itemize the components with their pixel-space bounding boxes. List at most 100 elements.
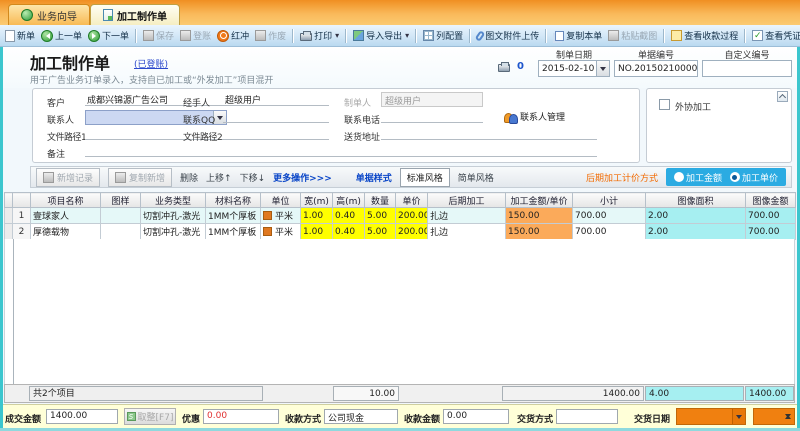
col-header-type: 业务类型 xyxy=(140,192,206,208)
discount-field[interactable]: 0.00 xyxy=(203,409,279,424)
cell-name[interactable]: 厚德载物 xyxy=(30,223,101,240)
path2-field[interactable] xyxy=(223,126,329,140)
print-button[interactable]: 打印 xyxy=(298,28,341,43)
cell-price[interactable]: 200.00 xyxy=(395,207,428,224)
cell-pattern[interactable] xyxy=(100,207,141,224)
copy-add-button[interactable]: 复制新增 xyxy=(108,167,173,187)
cell-amount[interactable]: 700.00 xyxy=(745,223,796,240)
next-order-button[interactable]: 下一单 xyxy=(86,28,131,43)
print-count-icon[interactable] xyxy=(498,62,510,72)
cell-width[interactable]: 1.00 xyxy=(300,207,333,224)
standard-style-button[interactable]: 标准风格 xyxy=(399,167,450,187)
doc-style-button[interactable]: 单据样式 xyxy=(356,171,392,184)
cell-width[interactable]: 1.00 xyxy=(300,223,333,240)
doc-no-field[interactable]: NO.201502100001 xyxy=(614,60,698,77)
red-flush-button[interactable]: 红冲 xyxy=(215,28,251,43)
cell-subtotal[interactable]: 700.00 xyxy=(572,223,646,240)
more-operations-button[interactable]: 更多操作>>> xyxy=(273,171,332,184)
table-row[interactable]: 1 壹球家人 切割冲孔-激光 1MM个厚板 平米 1.00 0.40 5.00 … xyxy=(4,207,796,224)
cell-fee[interactable]: 150.00 xyxy=(505,223,573,240)
pay-method-field[interactable]: 公司现金 xyxy=(324,409,398,424)
address-field[interactable] xyxy=(381,126,597,140)
post-account-button[interactable]: 登账 xyxy=(178,28,213,43)
move-up-button[interactable]: 上移↑ xyxy=(206,171,232,184)
paperclip-icon xyxy=(474,29,486,42)
pricing-unit-radio[interactable]: 加工单价 xyxy=(729,171,778,184)
copy-order-button[interactable]: 复制本单 xyxy=(551,28,604,43)
delivery-method-field[interactable] xyxy=(556,409,618,424)
tab-processing-order[interactable]: 加工制作单 xyxy=(90,4,180,25)
note-field[interactable] xyxy=(85,143,597,157)
amount-total: 1400.00 xyxy=(745,386,794,401)
contact-manage-button[interactable]: 联系人管理 xyxy=(504,110,565,124)
cell-qty[interactable]: 5.00 xyxy=(364,223,396,240)
pay-amount-field[interactable]: 0.00 xyxy=(443,409,509,424)
simple-style-button[interactable]: 简单风格 xyxy=(458,171,494,184)
qq-field[interactable] xyxy=(223,109,329,123)
cell-unit[interactable]: 平米 xyxy=(260,207,301,224)
delivery-date-select[interactable] xyxy=(676,408,746,425)
col-header-rownum xyxy=(12,192,31,208)
cell-fee[interactable]: 150.00 xyxy=(505,207,573,224)
delivery-date-value xyxy=(677,409,732,424)
col-header-name: 项目名称 xyxy=(30,192,101,208)
phone-field[interactable] xyxy=(381,109,483,123)
cell-type[interactable]: 切割冲孔-激光 xyxy=(140,223,206,240)
pricing-amount-radio[interactable]: 加工金额 xyxy=(673,171,722,184)
cell-selector[interactable] xyxy=(4,223,13,240)
col-header-pattern: 图样 xyxy=(100,192,141,208)
chevron-down-icon[interactable] xyxy=(732,409,745,424)
cell-amount[interactable]: 700.00 xyxy=(745,207,796,224)
import-export-button[interactable]: 导入导出 xyxy=(351,28,411,43)
posted-link[interactable]: (已登账) xyxy=(134,57,168,70)
collapse-icon[interactable] xyxy=(777,91,788,102)
cell-type[interactable]: 切割冲孔-激光 xyxy=(140,207,206,224)
order-date-select[interactable]: 2015-02-10 xyxy=(538,60,610,77)
view-voucher-button[interactable]: 查看凭证 xyxy=(750,28,800,43)
radio-icon xyxy=(673,172,684,182)
outsource-checkbox[interactable] xyxy=(659,99,670,110)
cell-area[interactable]: 2.00 xyxy=(645,223,746,240)
cell-price[interactable]: 200.00 xyxy=(395,223,428,240)
prev-order-button[interactable]: 上一单 xyxy=(39,28,84,43)
new-order-button[interactable]: 新单 xyxy=(3,28,37,43)
cell-material[interactable]: 1MM个厚板 xyxy=(205,223,261,240)
round-button[interactable]: 取整[F7] xyxy=(124,408,176,425)
toolbar-separator xyxy=(545,28,548,43)
cell-area[interactable]: 2.00 xyxy=(645,207,746,224)
void-button[interactable]: 作废 xyxy=(253,28,288,43)
column-config-button[interactable]: 列配置 xyxy=(421,28,465,43)
pay-method-label: 收款方式 xyxy=(285,415,322,425)
doc-no-value: NO.201502100001 xyxy=(618,63,697,74)
save-button[interactable]: 保存 xyxy=(141,28,176,43)
cell-post[interactable]: 扎边 xyxy=(427,207,506,224)
delivery-date-spinner[interactable] xyxy=(753,408,795,425)
paste-screenshot-button[interactable]: 粘贴截图 xyxy=(606,28,659,43)
cell-post[interactable]: 扎边 xyxy=(427,223,506,240)
cell-selector[interactable] xyxy=(4,207,13,224)
add-record-button[interactable]: 新增记录 xyxy=(36,167,101,187)
cell-subtotal[interactable]: 700.00 xyxy=(572,207,646,224)
view-payment-process-button[interactable]: 查看收款过程 xyxy=(669,28,740,43)
cell-pattern[interactable] xyxy=(100,223,141,240)
chevron-down-icon[interactable] xyxy=(596,61,609,76)
col-header-subtotal: 小计 xyxy=(572,192,646,208)
handler-field[interactable]: 超级用户 xyxy=(223,92,329,106)
deal-amount-field[interactable]: 1400.00 xyxy=(46,409,118,424)
attachment-upload-button[interactable]: 图文附件上传 xyxy=(474,28,541,43)
table-row[interactable]: 2 厚德载物 切割冲孔-激光 1MM个厚板 平米 1.00 0.40 5.00 … xyxy=(4,223,796,240)
cell-height[interactable]: 0.40 xyxy=(332,223,365,240)
cell-unit[interactable]: 平米 xyxy=(260,223,301,240)
toolbar-separator xyxy=(415,28,418,43)
cell-qty[interactable]: 5.00 xyxy=(364,207,396,224)
tab-business-wizard[interactable]: 业务向导 xyxy=(8,4,90,25)
cell-name[interactable]: 壹球家人 xyxy=(30,207,101,224)
col-header-post: 后期加工 xyxy=(427,192,506,208)
delete-row-button[interactable]: 删除 xyxy=(180,171,198,184)
contact-label: 联系人 xyxy=(47,116,75,126)
cell-material[interactable]: 1MM个厚板 xyxy=(205,207,261,224)
custom-no-field[interactable] xyxy=(702,60,792,77)
move-down-button[interactable]: 下移↓ xyxy=(240,171,266,184)
toolbar-separator xyxy=(663,28,666,43)
cell-height[interactable]: 0.40 xyxy=(332,207,365,224)
